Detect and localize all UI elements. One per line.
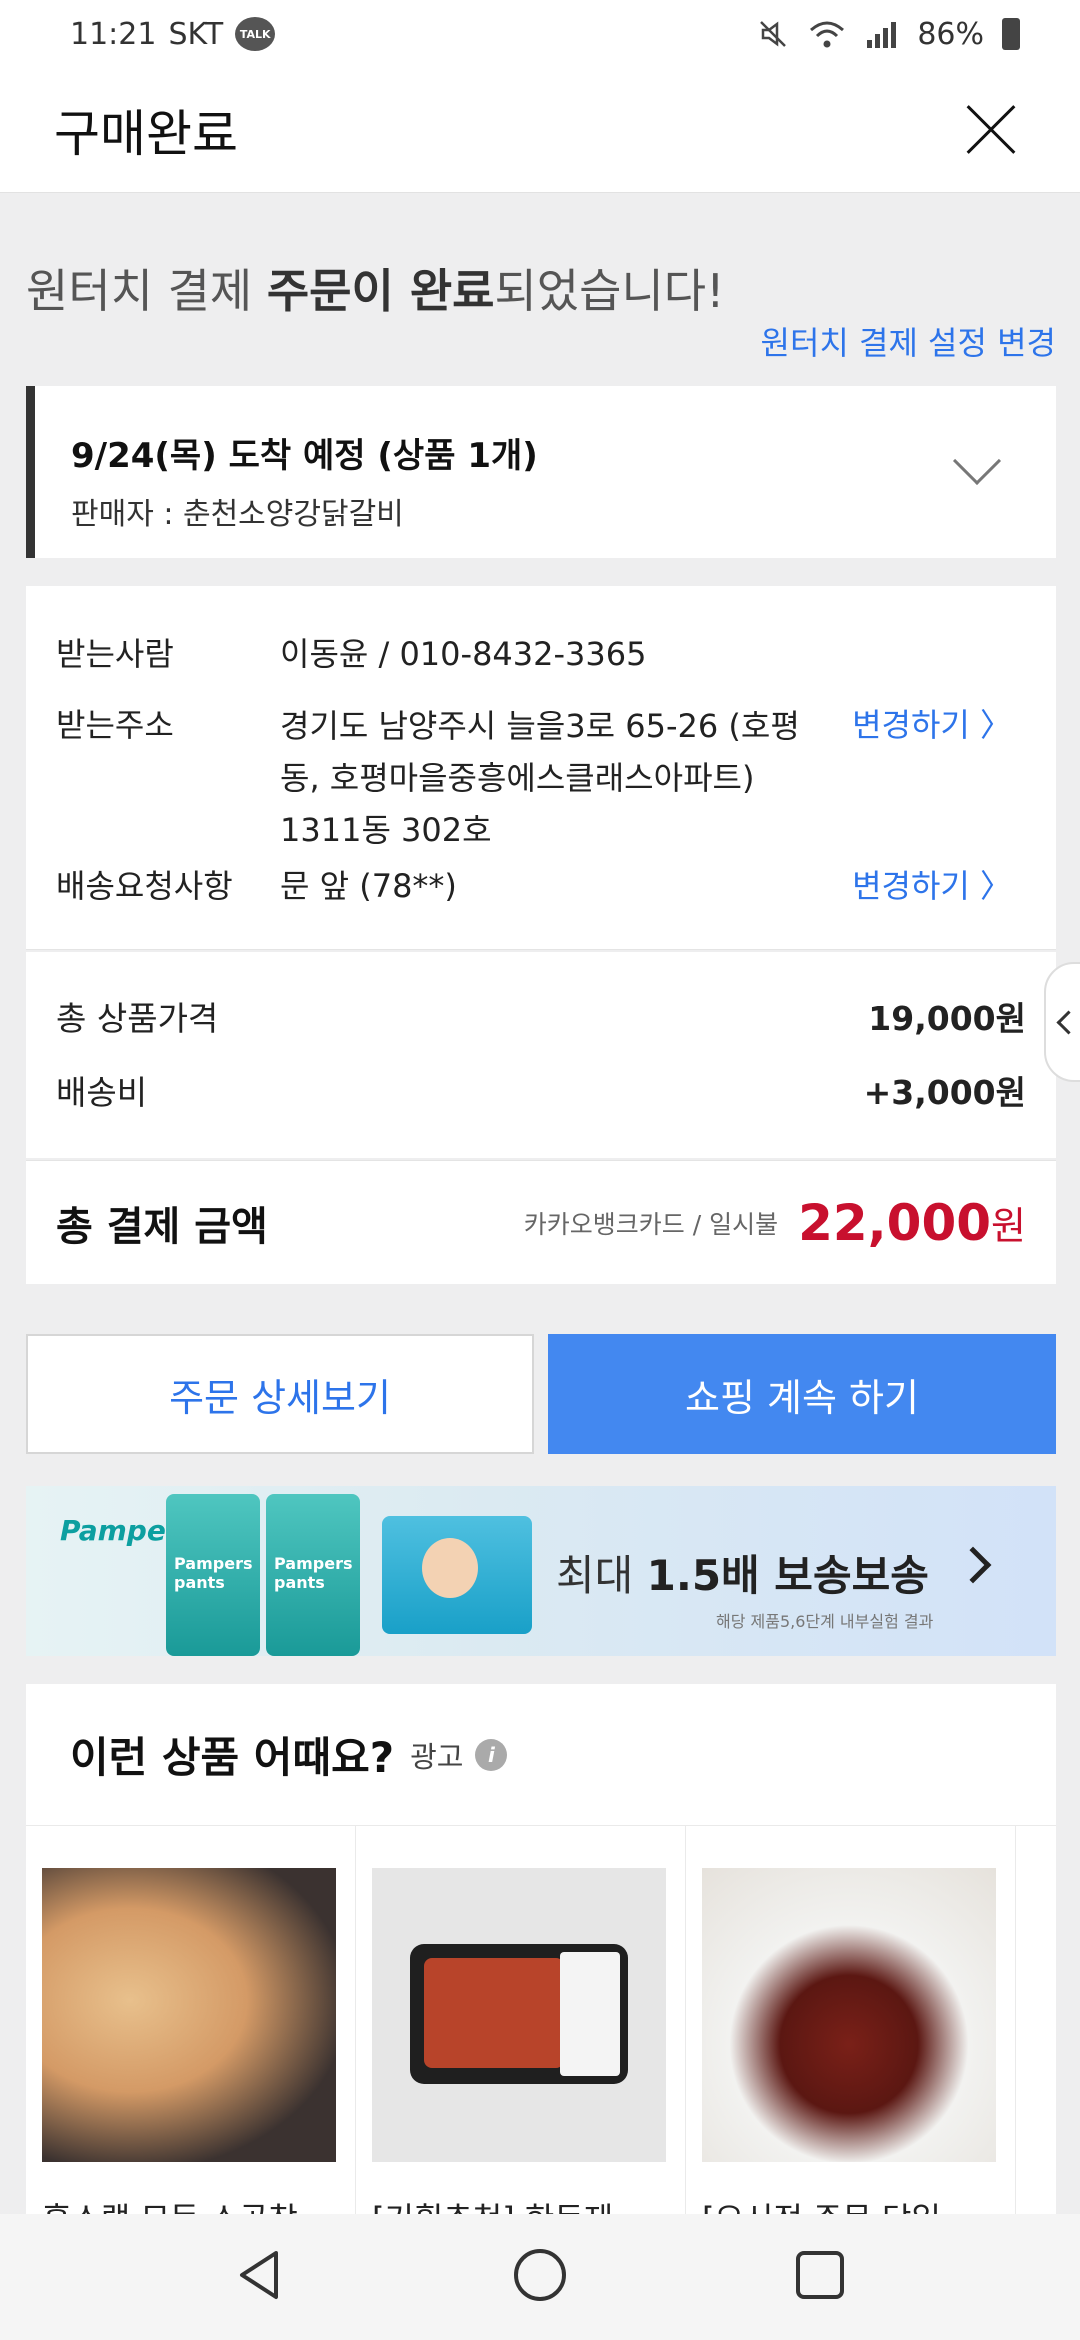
kakaotalk-icon: TALK bbox=[235, 17, 276, 51]
product-card-partial[interactable] bbox=[1016, 1826, 1056, 2214]
headline-suffix: 되었습니다! bbox=[494, 264, 725, 318]
total-amount: 22,000 bbox=[798, 1193, 992, 1252]
product-name[interactable]: [오시전 주문 당일 bbox=[702, 2194, 999, 2214]
shipping-fee-label: 배송비 bbox=[56, 1073, 148, 1112]
onetouch-settings-link[interactable]: 원터치 결제 설정 변경 bbox=[761, 318, 1056, 364]
product-price-row: 총 상품가격 19,000원 bbox=[26, 992, 1056, 1066]
recipient-label: 받는사람 bbox=[56, 635, 174, 673]
product-name[interactable]: 홍스랩 모등 소곱창 bbox=[42, 2194, 339, 2214]
diaper-pack-image: Pampers pants bbox=[166, 1494, 260, 1656]
status-time: 11:21 bbox=[70, 16, 157, 52]
recommendation-title: 이런 상품 어때요? bbox=[70, 1733, 395, 1782]
banner-headline: 최대 1.5배 보송보송 bbox=[556, 1551, 929, 1600]
address-row: 받는주소 경기도 남양주시 늘을3로 65-26 (호평동, 호평마을중흥에스클… bbox=[26, 700, 1056, 860]
back-icon[interactable] bbox=[230, 2245, 290, 2309]
recommendation-header: 이런 상품 어때요? 광고 i bbox=[26, 1684, 1056, 1826]
status-left: 11:21 SKT TALK bbox=[70, 16, 276, 52]
signal-icon bbox=[867, 22, 897, 48]
pampers-banner-ad[interactable]: Pampers Pampers pants Pampers pants 최대 1… bbox=[26, 1486, 1056, 1656]
ad-label: 광고 bbox=[410, 1739, 464, 1774]
home-icon[interactable] bbox=[510, 2245, 570, 2309]
request-change-link[interactable]: 변경하기 〉 bbox=[852, 860, 1012, 912]
address-label: 받는주소 bbox=[56, 706, 174, 744]
shipping-fee-row: 배송비 +3,000원 bbox=[26, 1066, 1056, 1140]
recent-apps-icon[interactable] bbox=[790, 2245, 850, 2309]
info-icon[interactable]: i bbox=[475, 1738, 508, 1771]
page-title: 구매완료 bbox=[54, 105, 238, 163]
headline-bold: 주문이 완료 bbox=[266, 264, 495, 318]
address-value: 경기도 남양주시 늘을3로 65-26 (호평동, 호평마을중흥에스클래스아파트… bbox=[280, 707, 800, 849]
shipping-fee-value: +3,000원 bbox=[863, 1073, 1026, 1112]
product-card[interactable]: 홍스랩 모등 소곱창 bbox=[26, 1826, 356, 2214]
seller-name: 판매자 : 춘천소양강닭갈비 bbox=[71, 497, 404, 532]
status-bar: 11:21 SKT TALK 86% bbox=[0, 0, 1080, 68]
product-carousel[interactable]: 홍스랩 모등 소곱창 [기획추천] 한돈제 [오시전 주문 당일 bbox=[26, 1826, 1056, 2214]
system-nav-bar bbox=[0, 2214, 1080, 2340]
order-detail-button[interactable]: 주문 상세보기 bbox=[26, 1334, 534, 1454]
recipient-row: 받는사람 이동윤 / 010-8432-3365 bbox=[26, 628, 1056, 700]
product-image[interactable] bbox=[372, 1868, 666, 2162]
close-icon[interactable] bbox=[956, 95, 1026, 165]
request-value: 문 앞 (78**) bbox=[280, 867, 457, 905]
side-panel-handle[interactable] bbox=[1044, 962, 1080, 1082]
status-right: 86% bbox=[757, 17, 1020, 52]
product-card[interactable]: [오시전 주문 당일 bbox=[686, 1826, 1016, 2214]
delivery-card[interactable]: 9/24(목) 도착 예정 (상품 1개) 판매자 : 춘천소양강닭갈비 bbox=[26, 386, 1056, 558]
diaper-pack-image: Pampers pants bbox=[266, 1494, 360, 1656]
order-complete-headline: 원터치 결제 주문이 완료되었습니다! bbox=[26, 255, 725, 321]
wifi-icon bbox=[810, 21, 845, 48]
payment-method: 카카오뱅크카드 / 일시불 bbox=[523, 1209, 779, 1239]
battery-icon bbox=[1002, 18, 1020, 50]
request-row: 배송요청사항 문 앞 (78**) 변경하기 〉 bbox=[26, 860, 1056, 920]
headline-prefix: 원터치 결제 bbox=[26, 264, 267, 318]
app-header: 구매완료 bbox=[0, 68, 1080, 193]
total-unit: 원 bbox=[991, 1204, 1026, 1248]
diaper-box-image bbox=[382, 1516, 532, 1634]
banner-note: 해당 제품5,6단계 내부실험 결과 bbox=[716, 1612, 934, 1631]
battery-percent: 86% bbox=[917, 16, 984, 52]
product-price-label: 총 상품가격 bbox=[56, 999, 219, 1038]
recipient-value: 이동윤 / 010-8432-3365 bbox=[280, 635, 647, 673]
shipping-info-card: 받는사람 이동윤 / 010-8432-3365 받는주소 경기도 남양주시 늘… bbox=[26, 586, 1056, 950]
price-summary: 총 상품가격 19,000원 배송비 +3,000원 bbox=[26, 952, 1056, 1158]
product-name[interactable]: [기획추천] 한돈제 bbox=[372, 2194, 669, 2214]
delivery-date: 9/24(목) 도착 예정 (상품 1개) bbox=[71, 436, 538, 476]
address-change-link[interactable]: 변경하기 〉 bbox=[852, 700, 1012, 746]
recommendation-section: 이런 상품 어때요? 광고 i 홍스랩 모등 소곱창 [기획추천] 한돈제 [오… bbox=[26, 1684, 1056, 2214]
request-label: 배송요청사항 bbox=[56, 867, 233, 905]
product-card[interactable]: [기획추천] 한돈제 bbox=[356, 1826, 686, 2214]
mute-icon bbox=[760, 21, 787, 47]
total-payment-card: 총 결제 금액 카카오뱅크카드 / 일시불 22,000 원 bbox=[26, 1160, 1056, 1284]
product-price-value: 19,000원 bbox=[868, 999, 1026, 1038]
continue-shopping-button[interactable]: 쇼핑 계속 하기 bbox=[548, 1334, 1056, 1454]
chevron-right-icon bbox=[954, 1546, 992, 1584]
total-label: 총 결제 금액 bbox=[56, 1203, 268, 1250]
product-image[interactable] bbox=[702, 1868, 996, 2162]
product-image[interactable] bbox=[42, 1868, 336, 2162]
status-carrier: SKT bbox=[168, 16, 224, 52]
